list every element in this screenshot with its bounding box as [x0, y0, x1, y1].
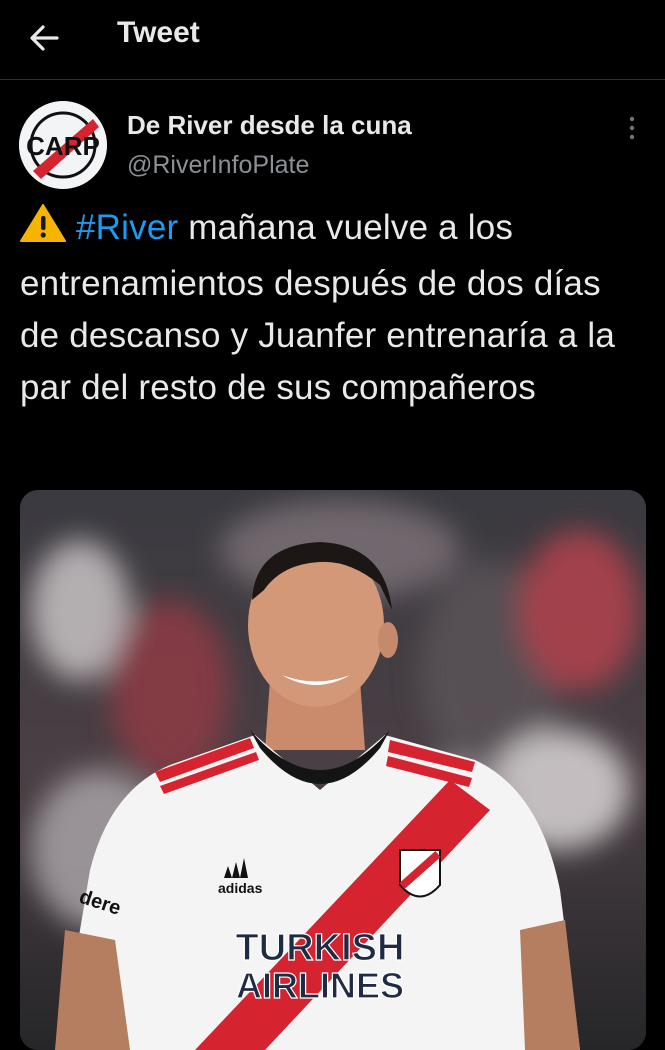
hashtag-link[interactable]: #River [76, 208, 178, 247]
arrow-left-icon [30, 25, 59, 51]
warning-icon [20, 203, 66, 258]
player-photo: adidas dere TURKISH AIRLINES [20, 490, 646, 1050]
club-logo-icon: CARP [19, 101, 107, 189]
top-bar: Tweet [0, 0, 665, 80]
sponsor-line1: TURKISH [236, 927, 405, 969]
avatar-letters: CARP [26, 131, 100, 161]
tweet-media-image[interactable]: adidas dere TURKISH AIRLINES [20, 490, 646, 1050]
sponsor-line2: AIRLINES [236, 965, 404, 1006]
jersey-brand-text: adidas [218, 880, 263, 896]
tweet-text: #River mañana vuelve a los entrenamiento… [20, 202, 650, 414]
more-options-button[interactable] [618, 112, 646, 144]
author-handle[interactable]: @RiverInfoPlate [127, 151, 309, 180]
avatar[interactable]: CARP [19, 101, 107, 189]
back-button[interactable] [22, 18, 66, 58]
page-title: Tweet [117, 16, 200, 49]
author-name[interactable]: De River desde la cuna [127, 110, 412, 141]
more-vertical-icon [629, 116, 635, 140]
